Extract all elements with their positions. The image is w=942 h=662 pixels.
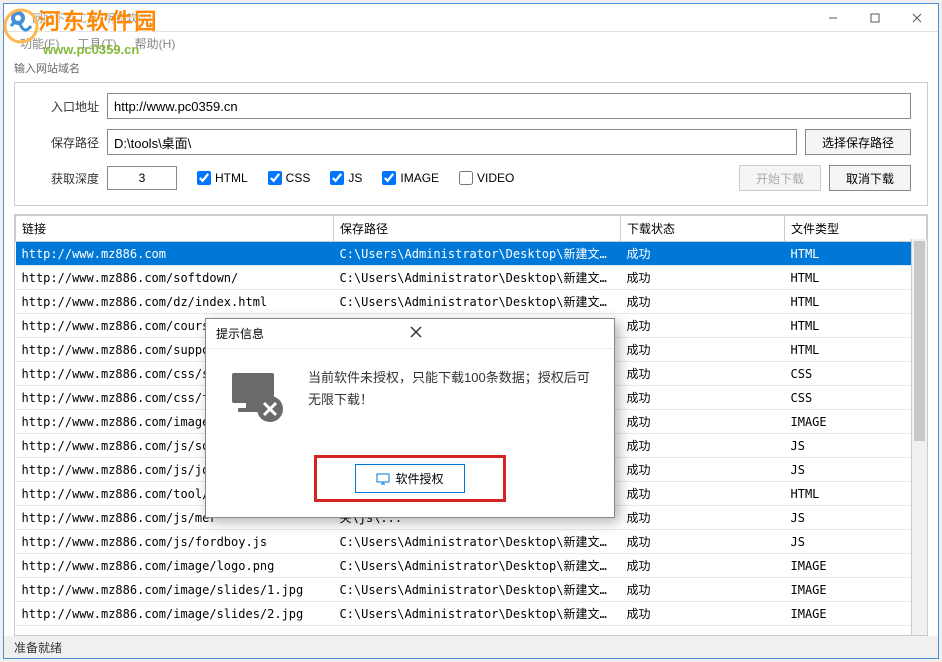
dialog-overlay: 提示信息 当前软件未授权，只能下载100条数据；授权后可无限下载！ 软件授权 xyxy=(0,0,942,662)
monitor-icon xyxy=(376,473,390,485)
auth-dialog: 提示信息 当前软件未授权，只能下载100条数据；授权后可无限下载！ 软件授权 xyxy=(205,318,615,518)
dialog-title: 提示信息 xyxy=(216,325,404,342)
dialog-message: 当前软件未授权，只能下载100条数据；授权后可无限下载！ xyxy=(308,367,594,431)
authorize-button[interactable]: 软件授权 xyxy=(355,464,464,493)
monitor-error-icon xyxy=(226,367,290,431)
dialog-close-button[interactable] xyxy=(404,324,604,343)
close-icon xyxy=(410,326,422,338)
dialog-button-highlight: 软件授权 xyxy=(314,455,505,502)
